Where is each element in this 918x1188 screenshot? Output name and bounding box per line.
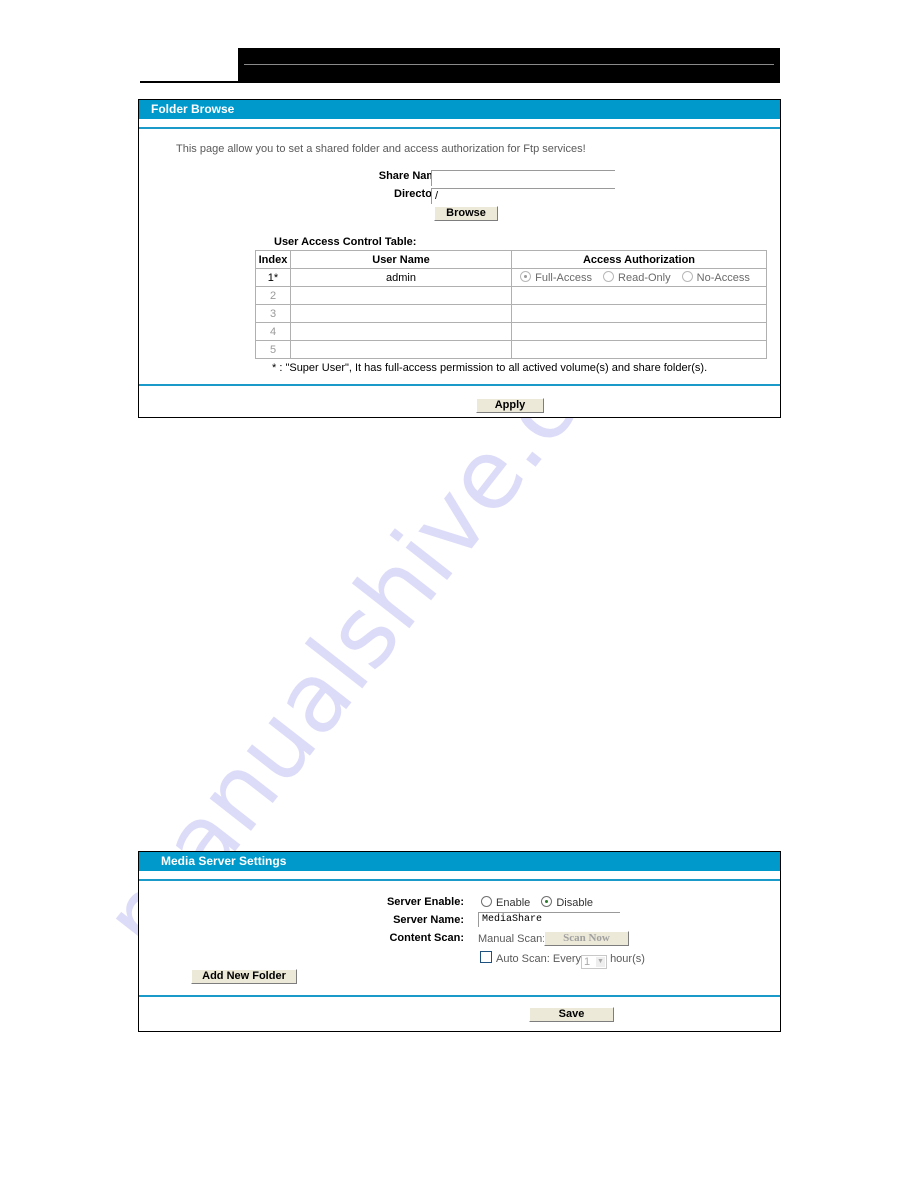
row-index: 4 xyxy=(255,322,291,341)
user-access-table-title: User Access Control Table: xyxy=(274,236,417,248)
row-index: 1* xyxy=(255,268,291,287)
auto-scan-label: Auto Scan: Every xyxy=(496,953,581,965)
table-row: 5 xyxy=(255,340,767,359)
row-access-authorization xyxy=(511,340,767,359)
disable-label: Disable xyxy=(556,897,594,909)
save-button[interactable]: Save xyxy=(529,1007,614,1022)
no-access-radio[interactable] xyxy=(681,271,693,282)
share-name-input[interactable] xyxy=(431,170,615,186)
auto-scan-interval-value: 1 xyxy=(584,956,591,968)
table-row: 2 xyxy=(255,286,767,305)
row-user-name: admin xyxy=(290,268,512,287)
server-name-label: Server Name: xyxy=(393,914,464,926)
read-only-label: Read-Only xyxy=(618,272,671,284)
panel-title-underline xyxy=(139,119,780,129)
browse-button[interactable]: Browse xyxy=(434,206,498,221)
row-access-authorization xyxy=(511,304,767,323)
server-enable-options: Enable Disable xyxy=(481,896,601,909)
row-user-name xyxy=(290,340,512,359)
full-access-label: Full-Access xyxy=(535,272,592,284)
user-access-table: Index User Name Access Authorization 1* … xyxy=(255,250,767,359)
page-header-rule xyxy=(140,81,238,83)
row-access-authorization xyxy=(511,322,767,341)
table-row: 3 xyxy=(255,304,767,323)
row-index: 5 xyxy=(255,340,291,359)
row-index: 2 xyxy=(255,286,291,305)
row-access-authorization xyxy=(511,286,767,305)
auto-scan-row: Auto Scan: Every 1 ▼ hour(s) xyxy=(480,951,645,969)
panel-footer-divider xyxy=(139,384,780,386)
row-index: 3 xyxy=(255,304,291,323)
table-header-row: Index User Name Access Authorization xyxy=(255,250,767,269)
page-header-divider xyxy=(244,64,774,65)
row-user-name xyxy=(290,286,512,305)
directory-input[interactable]: / xyxy=(431,188,615,204)
column-header-index: Index xyxy=(255,250,291,269)
enable-label: Enable xyxy=(496,897,531,909)
manual-scan-label: Manual Scan: xyxy=(478,933,546,945)
panel-title: Folder Browse xyxy=(139,100,780,119)
chevron-down-icon: ▼ xyxy=(596,957,605,967)
scan-now-button[interactable]: Scan Now xyxy=(544,931,629,946)
super-user-footnote: * : "Super User", It has full-access per… xyxy=(272,362,708,374)
row-access-authorization: Full-Access Read-Only No-Access xyxy=(511,268,767,287)
panel-title: Media Server Settings xyxy=(139,852,780,871)
table-row: 1* admin Full-Access Read-Only No-Access xyxy=(255,268,767,287)
column-header-access-authorization: Access Authorization xyxy=(511,250,767,269)
server-name-input[interactable]: MediaShare xyxy=(478,912,620,927)
full-access-radio[interactable] xyxy=(520,271,532,282)
server-enable-label: Server Enable: xyxy=(386,896,464,908)
row-user-name xyxy=(290,304,512,323)
hours-label: hour(s) xyxy=(610,953,645,965)
page-description: This page allow you to set a shared fold… xyxy=(176,143,586,155)
content-scan-label: Content Scan: xyxy=(389,932,464,944)
media-server-panel: Media Server Settings Server Enable: Ena… xyxy=(138,851,781,1032)
no-access-label: No-Access xyxy=(696,272,750,284)
panel-title-underline xyxy=(139,871,780,881)
row-user-name xyxy=(290,322,512,341)
page-header-bar xyxy=(238,48,780,83)
enable-radio[interactable] xyxy=(481,896,492,907)
auto-scan-interval-select[interactable]: 1 ▼ xyxy=(581,955,607,969)
table-row: 4 xyxy=(255,322,767,341)
apply-button[interactable]: Apply xyxy=(476,398,544,413)
disable-radio[interactable] xyxy=(541,896,553,907)
add-new-folder-button[interactable]: Add New Folder xyxy=(191,969,297,984)
read-only-radio[interactable] xyxy=(603,271,615,282)
column-header-user-name: User Name xyxy=(290,250,512,269)
folder-browse-panel: Folder Browse This page allow you to set… xyxy=(138,99,781,418)
directory-label: Directory: xyxy=(394,188,446,200)
panel-footer-divider xyxy=(139,995,780,997)
auto-scan-checkbox[interactable] xyxy=(480,951,492,963)
share-name-label: Share Name: xyxy=(378,170,446,182)
